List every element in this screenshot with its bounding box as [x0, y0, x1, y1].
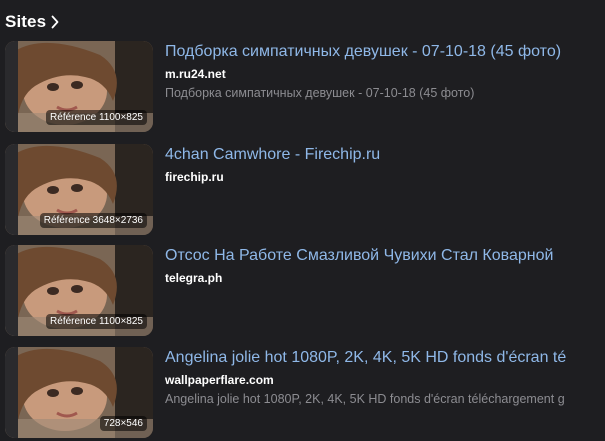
result-domain-link[interactable]: wallpaperflare.com	[165, 371, 605, 389]
sites-panel: Sites Référence 1100×825 Подборка симпат…	[0, 0, 605, 441]
result-text: Angelina jolie hot 1080P, 2K, 4K, 5K HD …	[165, 347, 605, 408]
resolution-badge: Référence 1100×825	[46, 110, 147, 125]
result-domain-link[interactable]: m.ru24.net	[165, 65, 605, 83]
resolution-badge: 728×546	[99, 416, 147, 431]
result-title-link[interactable]: Angelina jolie hot 1080P, 2K, 4K, 5K HD …	[165, 347, 605, 369]
result-title-link[interactable]: 4chan Camwhore - Firechip.ru	[165, 144, 605, 166]
result-text: 4chan Camwhore - Firechip.ru firechip.ru	[165, 144, 605, 187]
result-item: 728×546 Angelina jolie hot 1080P, 2K, 4K…	[0, 347, 605, 439]
result-domain-link[interactable]: telegra.ph	[165, 269, 605, 287]
result-text: Отсос На Работе Смазливой Чувихи Стал Ко…	[165, 245, 605, 288]
thumbnail-edge	[5, 347, 18, 438]
result-domain-link[interactable]: firechip.ru	[165, 168, 605, 186]
result-text: Подборка симпатичных девушек - 07-10-18 …	[165, 41, 605, 102]
resolution-badge: Référence 1100×825	[46, 314, 147, 329]
sites-heading: Sites	[5, 12, 47, 31]
result-title-link[interactable]: Подборка симпатичных девушек - 07-10-18 …	[165, 41, 605, 63]
chevron-right-icon	[50, 15, 60, 29]
result-thumbnail[interactable]: Référence 3648×2736	[5, 144, 153, 235]
sites-header-link[interactable]: Sites	[5, 11, 60, 33]
resolution-badge: Référence 3648×2736	[39, 213, 147, 228]
result-title-link[interactable]: Отсос На Работе Смазливой Чувихи Стал Ко…	[165, 245, 605, 267]
thumbnail-edge	[5, 245, 18, 336]
result-thumbnail[interactable]: 728×546	[5, 347, 153, 438]
result-thumbnail[interactable]: Référence 1100×825	[5, 41, 153, 132]
result-snippet: Подборка симпатичных девушек - 07-10-18 …	[165, 86, 475, 100]
result-thumbnail[interactable]: Référence 1100×825	[5, 245, 153, 336]
thumbnail-edge	[5, 41, 18, 132]
thumbnail-edge	[5, 144, 18, 235]
result-item: Référence 1100×825 Подборка симпатичных …	[0, 41, 605, 133]
result-snippet: Angelina jolie hot 1080P, 2K, 4K, 5K HD …	[165, 392, 565, 406]
result-item: Référence 1100×825 Отсос На Работе Смазл…	[0, 245, 605, 337]
result-item: Référence 3648×2736 4chan Camwhore - Fir…	[0, 144, 605, 236]
